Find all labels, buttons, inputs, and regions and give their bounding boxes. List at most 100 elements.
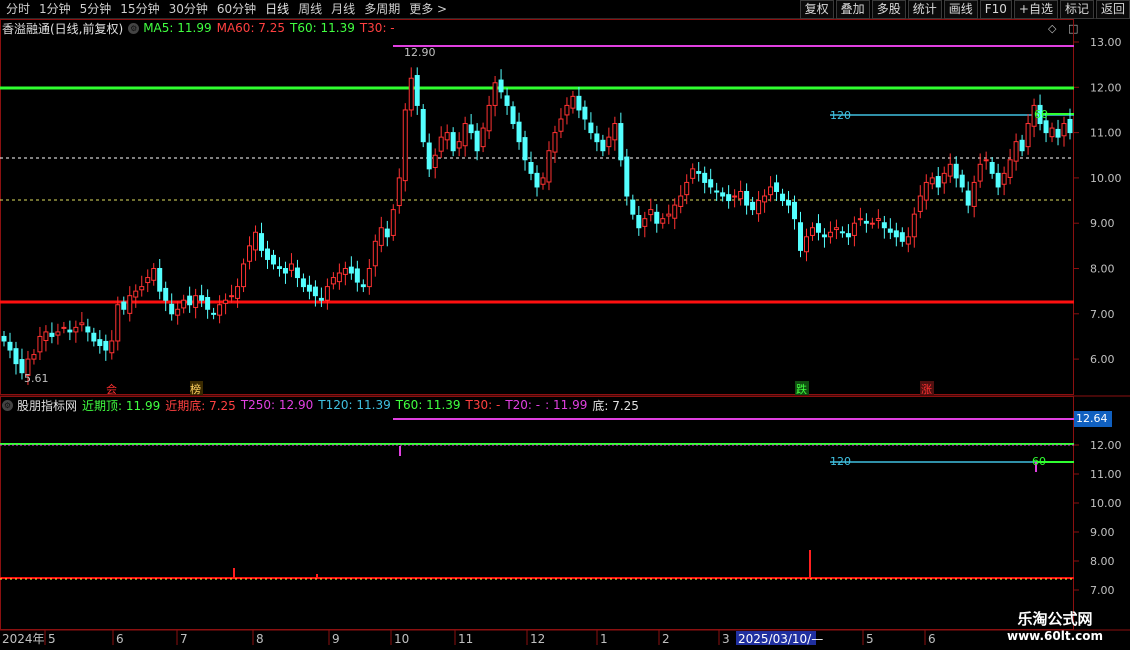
candle-body <box>253 231 259 251</box>
candle-body <box>336 272 342 283</box>
period-tab-9[interactable]: 多周期 <box>360 0 405 19</box>
candle-body <box>552 132 558 153</box>
candle-body <box>851 222 857 236</box>
candle-body <box>923 181 929 201</box>
marker-zhang[interactable]: 涨 <box>921 383 932 396</box>
candle-body <box>672 204 678 219</box>
candle-body <box>917 195 923 212</box>
timeline-month: 6 <box>928 632 936 646</box>
candle-body <box>899 232 905 242</box>
candle-body <box>157 268 163 292</box>
toolbar-button-7[interactable]: 标记 <box>1059 0 1094 19</box>
candle-body <box>1001 172 1007 185</box>
period-tab-0[interactable]: 分时 <box>2 0 35 19</box>
toolbar-button-0[interactable]: 复权 <box>799 0 834 19</box>
candle-body <box>1055 128 1061 138</box>
marker-bang[interactable]: 榜 <box>190 382 201 396</box>
indicator-y-tick-label: 11.00 <box>1090 468 1122 481</box>
candle-body <box>540 177 546 185</box>
candle-body <box>438 136 444 152</box>
watermark-url: www.60lt.com <box>1006 629 1104 643</box>
period-tabs: 分时 1分钟 5分钟 15分钟 30分钟 60分钟 日线 周线 月线 多周期 更多 > <box>2 0 452 19</box>
marker-hui[interactable]: 会 <box>106 383 117 396</box>
candle-body <box>276 266 282 270</box>
main-y-tick-label: 9.00 <box>1090 217 1115 230</box>
candle-body <box>1019 139 1025 152</box>
candle-body <box>654 211 660 224</box>
candle-body <box>294 267 300 279</box>
candle-body <box>887 228 893 233</box>
candle-body <box>55 331 61 336</box>
candle-body <box>1049 127 1055 138</box>
top-toolbar: 分时 1分钟 5分钟 15分钟 30分钟 60分钟 日线 周线 月线 多周期 更多 > 复权 叠加 多股… <box>0 0 1130 19</box>
candle-body <box>726 194 732 202</box>
period-tab-8[interactable]: 月线 <box>327 0 360 19</box>
candle-body <box>330 277 336 285</box>
candle-body <box>809 227 815 236</box>
candle-body <box>1067 118 1073 134</box>
candle-body <box>744 190 750 206</box>
candle-body <box>965 190 971 206</box>
marker-die[interactable]: 跌 <box>796 382 807 396</box>
main-y-tick-label: 7.00 <box>1090 308 1115 321</box>
toolbar-button-1[interactable]: 叠加 <box>835 0 870 19</box>
indicator-y-tick-label: 8.00 <box>1090 555 1115 568</box>
period-tab-3[interactable]: 15分钟 <box>116 0 164 19</box>
candle-body <box>133 290 139 298</box>
candle-body <box>678 195 684 207</box>
timeline-year: 2024年 <box>2 632 45 646</box>
period-tab-1[interactable]: 1分钟 <box>35 0 76 19</box>
candle-body <box>360 284 366 288</box>
candle-body <box>546 150 552 183</box>
timeline-month: 2 <box>662 632 670 646</box>
candle-body <box>61 326 67 329</box>
candle-body <box>193 295 199 308</box>
indicator-label-60: 60 <box>1032 455 1046 468</box>
watermark: 乐淘公式网 www.60lt.com <box>985 610 1125 644</box>
candle-body <box>1 335 7 342</box>
candle-body <box>863 220 869 224</box>
indicator-y-tick-label: 7.00 <box>1090 584 1115 597</box>
period-tab-2[interactable]: 5分钟 <box>76 0 117 19</box>
toolbar-button-5[interactable]: F10 <box>979 0 1012 19</box>
toolbar-button-2[interactable]: 多股 <box>871 0 906 19</box>
candle-body <box>720 192 726 197</box>
candle-body <box>576 95 582 111</box>
period-tab-6[interactable]: 日线 <box>261 0 294 19</box>
period-tab-7[interactable]: 周线 <box>294 0 327 19</box>
watermark-title: 乐淘公式网 <box>1017 610 1093 628</box>
toolbar-button-3[interactable]: 统计 <box>907 0 942 19</box>
candle-body <box>839 231 845 234</box>
low-price-label: 5.61 <box>24 372 49 385</box>
candle-body <box>342 268 348 275</box>
chart-canvas[interactable]: 12.90 5.61 120 60 会 榜 跌 涨 13.00 12.00 11.0… <box>0 19 1130 650</box>
candle-body <box>270 254 276 265</box>
toolbar-button-4[interactable]: 画线 <box>943 0 978 19</box>
period-tab-4[interactable]: 30分钟 <box>165 0 213 19</box>
candle-body <box>762 195 768 203</box>
timeline-month: 1 <box>600 632 608 646</box>
candle-body <box>181 299 187 309</box>
candle-body <box>456 141 462 149</box>
candle-body <box>905 236 911 245</box>
candle-body <box>306 284 312 292</box>
candle-body <box>786 200 792 206</box>
candle-body <box>247 245 253 262</box>
indicator-spike-1 <box>233 568 235 578</box>
candle-body <box>1061 123 1067 137</box>
toolbar-button-8[interactable]: 返回 <box>1095 0 1130 19</box>
period-tab-10[interactable]: 更多 > <box>405 0 452 19</box>
candle-body <box>348 266 354 274</box>
candle-body <box>756 200 762 215</box>
candle-body <box>223 299 229 304</box>
candle-body <box>636 214 642 229</box>
period-tab-5[interactable]: 60分钟 <box>213 0 261 19</box>
candle-body <box>13 348 19 365</box>
toolbar-button-6[interactable]: +自选 <box>1013 0 1058 19</box>
candle-body <box>534 172 540 188</box>
candle-body <box>229 295 235 298</box>
main-y-tick-label: 8.00 <box>1090 263 1115 276</box>
candle-body <box>792 201 798 220</box>
candle-body <box>708 179 714 188</box>
candle-body <box>564 104 570 116</box>
